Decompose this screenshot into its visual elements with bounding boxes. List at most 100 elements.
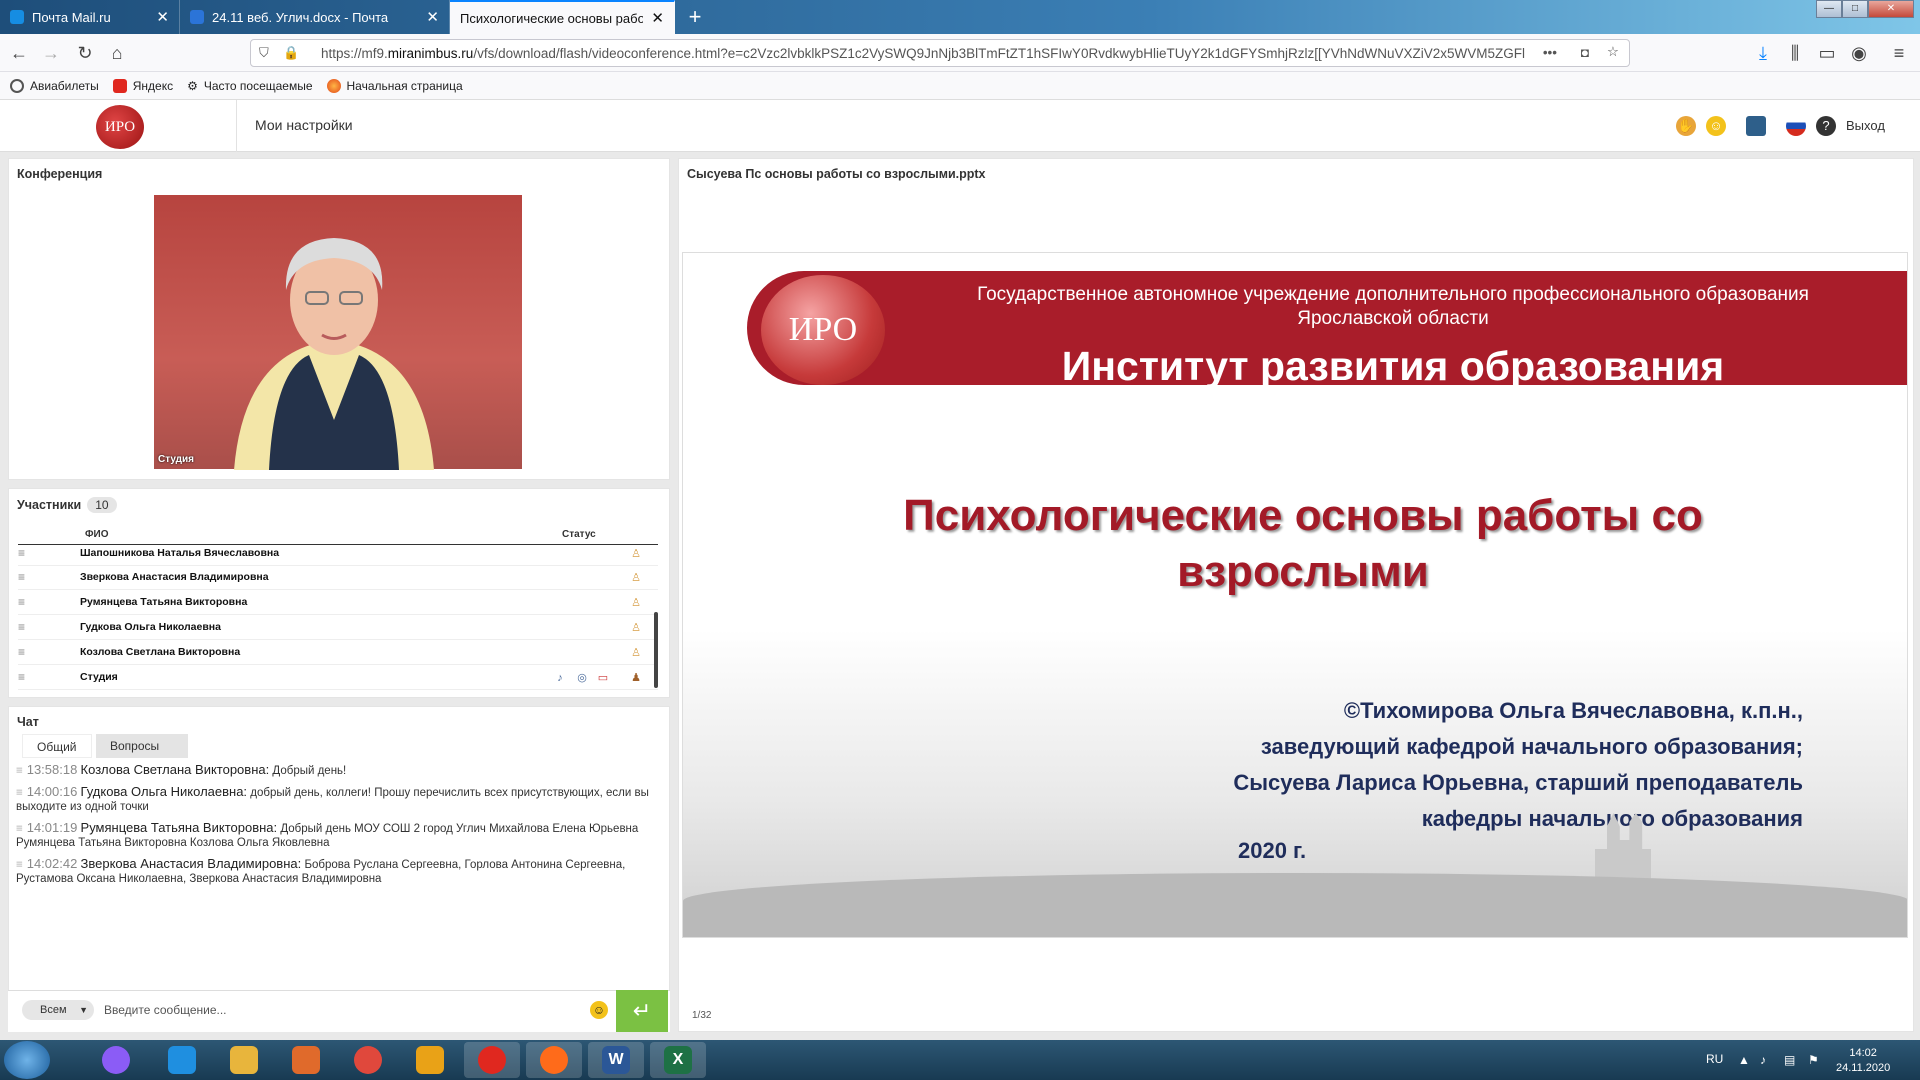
maximize-button[interactable]: □ — [1842, 0, 1868, 18]
tab-mail[interactable]: Почта Mail.ru ✕ — [0, 0, 180, 34]
participant-row[interactable]: ≡ Зверкова Анастасия Владимировна — [18, 565, 658, 590]
bookmark-star-icon[interactable]: ☆ — [1606, 44, 1619, 60]
bookmark-item[interactable]: Яндекс — [112, 78, 173, 93]
back-button[interactable]: ← — [6, 40, 32, 66]
participant-row[interactable]: ≡ Гудкова Ольга Николаевна — [18, 615, 658, 640]
video-label: Студия — [158, 454, 195, 465]
participants-count-badge: 10 — [87, 497, 117, 513]
minimize-button[interactable]: — — [1816, 0, 1842, 18]
alice-icon — [102, 1046, 130, 1074]
message-author: Румянцева Татьяна Викторовна: — [80, 820, 278, 835]
author-line: Сысуева Лариса Юрьевна, старший преподав… — [1233, 770, 1803, 795]
firefox-icon — [326, 78, 341, 93]
account-icon[interactable]: ◉ — [1846, 40, 1872, 66]
recipient-select[interactable]: Всем ▼ — [22, 1000, 94, 1020]
sidebar-icon[interactable]: ▭ — [1814, 40, 1840, 66]
bookmark-label: Начальная страница — [346, 78, 463, 93]
library-icon[interactable]: ⫼ — [1782, 40, 1808, 66]
tray-expand-icon[interactable]: ▲ — [1738, 1053, 1750, 1067]
word-icon: W — [602, 1046, 630, 1074]
firefox-icon — [540, 1046, 568, 1074]
tab-general[interactable]: Общий — [22, 734, 92, 758]
participant-name: Румянцева Татьяна Викторовна — [80, 596, 248, 608]
tab-docx[interactable]: 24.11 веб. Углич.docx - Почта ✕ — [180, 0, 450, 34]
tab-title: Психологические основы работы — [460, 10, 644, 26]
new-tab-button[interactable]: + — [682, 4, 708, 30]
forward-button[interactable]: → — [38, 40, 64, 66]
flag-icon[interactable]: ⚑ — [1808, 1053, 1819, 1067]
close-icon[interactable]: ✕ — [651, 9, 664, 27]
participants-scrollbar[interactable] — [654, 612, 658, 688]
chevron-down-icon: ▼ — [79, 1005, 88, 1015]
slide[interactable]: ИРО Государственное автономное учреждени… — [682, 252, 1908, 938]
download-icon[interactable]: ⤓ — [1750, 40, 1776, 66]
emoji-picker-icon[interactable]: ☺ — [590, 1001, 608, 1019]
slide-title: Психологические основы работы со взрослым… — [803, 488, 1803, 600]
taskbar-app[interactable] — [88, 1042, 144, 1078]
header-divider — [236, 100, 237, 152]
taskbar-app[interactable] — [526, 1042, 582, 1078]
bookmark-item[interactable]: Авиабилеты — [10, 78, 99, 93]
close-icon[interactable]: ✕ — [426, 8, 439, 26]
reload-button[interactable]: ↻ — [72, 40, 98, 66]
webcam-icon[interactable]: ◎ — [576, 671, 588, 685]
video-stream[interactable]: Студия — [154, 195, 522, 470]
participant-row[interactable]: ≡ Румянцева Татьяна Викторовна — [18, 590, 658, 615]
page-actions-icon[interactable]: ••• — [1536, 45, 1557, 60]
folder-icon[interactable] — [1746, 116, 1766, 136]
slide-logo: ИРО — [761, 275, 885, 385]
home-button[interactable]: ⌂ — [104, 40, 130, 66]
url-bar[interactable]: ⛉ 🔒 https://mf9. miranimbus.ru/vfs/downlo… — [250, 39, 1630, 67]
ie-icon — [168, 1046, 196, 1074]
drag-handle-icon[interactable]: ≡ — [18, 595, 30, 609]
menu-icon[interactable]: ≡ — [1886, 40, 1912, 66]
taskbar-app[interactable] — [216, 1042, 272, 1078]
taskbar-app[interactable]: W — [588, 1042, 644, 1078]
yandex-icon — [112, 78, 127, 93]
clock[interactable]: 14:02 24.11.2020 — [1836, 1046, 1890, 1076]
taskbar-app[interactable] — [154, 1042, 210, 1078]
pocket-icon[interactable]: ◘ — [1580, 45, 1589, 60]
tab-questions[interactable]: Вопросы — [96, 734, 188, 758]
bookmark-item[interactable]: ⚙ Часто посещаемые — [187, 79, 312, 93]
participant-row[interactable]: ≡ Козлова Светлана Викторовна — [18, 640, 658, 665]
network-icon[interactable]: ▤ — [1784, 1053, 1795, 1067]
drag-handle-icon[interactable]: ≡ — [18, 670, 30, 684]
taskbar-app[interactable] — [402, 1042, 458, 1078]
globe-icon — [10, 78, 24, 93]
exit-button[interactable]: Выход — [1846, 118, 1885, 133]
iro-logo[interactable]: ИРО — [96, 105, 144, 149]
microphone-icon[interactable]: ♪ — [554, 671, 566, 685]
emoji-icon[interactable]: ☺ — [1706, 116, 1726, 136]
taskbar-app[interactable] — [464, 1042, 520, 1078]
mail-icon — [10, 10, 24, 24]
chat-message-input[interactable]: Введите сообщение... — [104, 1003, 227, 1017]
close-icon[interactable]: ✕ — [156, 8, 169, 26]
send-button[interactable]: ↵ — [616, 990, 668, 1032]
bookmark-item[interactable]: Начальная страница — [326, 78, 463, 93]
close-window-button[interactable]: ✕ — [1868, 0, 1914, 18]
tab-presentation[interactable]: Психологические основы работы ✕ — [450, 0, 675, 34]
clock-time: 14:02 — [1849, 1047, 1877, 1059]
drag-handle-icon[interactable]: ≡ — [18, 620, 30, 634]
my-settings-link[interactable]: Мои настройки — [255, 117, 353, 133]
drag-handle-icon[interactable]: ≡ — [18, 645, 30, 659]
raise-hand-icon[interactable]: ✋ — [1676, 116, 1696, 136]
russian-flag-icon[interactable] — [1786, 116, 1806, 136]
explorer-icon — [230, 1046, 258, 1074]
drag-handle-icon[interactable]: ≡ — [18, 570, 30, 584]
org-line: Ярославской области — [1297, 308, 1489, 329]
screen-share-icon[interactable]: ▭ — [597, 671, 609, 685]
participant-name: Козлова Светлана Викторовна — [80, 646, 241, 658]
taskbar-app[interactable]: X — [650, 1042, 706, 1078]
help-icon[interactable]: ? — [1816, 116, 1836, 136]
participant-row[interactable]: ≡ Шапошникова Наталья Вячеславовна — [18, 541, 658, 566]
volume-icon[interactable]: ♪ — [1760, 1053, 1766, 1067]
bookmark-label: Часто посещаемые — [203, 78, 313, 93]
taskbar-app[interactable] — [278, 1042, 334, 1078]
drag-handle-icon: ≡ — [16, 859, 23, 871]
start-button[interactable] — [4, 1041, 50, 1079]
language-indicator[interactable]: RU — [1706, 1052, 1723, 1066]
drag-handle-icon[interactable]: ≡ — [18, 546, 30, 560]
taskbar-app[interactable] — [340, 1042, 396, 1078]
